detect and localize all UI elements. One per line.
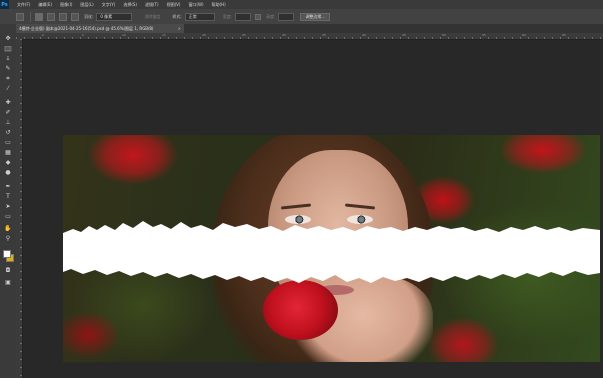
gradient-tool-icon[interactable]: ▦ <box>4 150 12 156</box>
marquee-tool-icon[interactable]: ⬚ <box>4 46 12 52</box>
ruler-mark: 40 <box>362 33 366 37</box>
ruler-mark: 55 <box>482 33 486 37</box>
screen-mode-icon[interactable]: ▣ <box>4 280 12 286</box>
clone-stamp-tool-icon[interactable]: ⊥ <box>4 120 12 126</box>
brush-tool-icon[interactable]: ✐ <box>4 110 12 116</box>
ruler-mark: 45 <box>402 33 406 37</box>
zoom-tool-icon[interactable]: ⚲ <box>4 236 12 242</box>
new-selection-icon[interactable] <box>35 12 43 21</box>
shape-tool-icon[interactable]: ▭ <box>4 214 12 220</box>
canvas-image[interactable] <box>63 135 600 362</box>
ruler-mark: 5 <box>82 33 84 37</box>
menu-bar: Ps 文件(F) 编辑(E) 图像(I) 图层(L) 文字(Y) 选择(S) 滤… <box>0 0 603 9</box>
document-tab[interactable]: 4模特-企业版) 副本@2021-04-25-16(54).psd @ 45.6… <box>16 24 184 33</box>
menu-filter[interactable]: 滤镜(T) <box>141 2 163 8</box>
dodge-tool-icon[interactable]: ● <box>4 170 12 176</box>
photoshop-logo: Ps <box>0 0 9 9</box>
ruler-mark: 35 <box>322 33 326 37</box>
swap-dimensions-icon[interactable] <box>255 13 262 20</box>
menu-layer[interactable]: 图层(L) <box>76 2 97 8</box>
ruler-mark: 30 <box>282 33 286 37</box>
blur-tool-icon[interactable]: ◆ <box>4 160 12 166</box>
canvas-workspace[interactable] <box>23 40 603 378</box>
add-selection-icon[interactable] <box>47 12 55 21</box>
width-label: 宽度: <box>222 13 233 19</box>
hand-tool-icon[interactable]: ✋ <box>4 226 12 232</box>
height-input[interactable] <box>278 12 295 21</box>
style-select[interactable]: 正常 <box>184 12 215 21</box>
close-icon[interactable]: × <box>178 26 181 31</box>
tools-panel: ✥ ⬚ ↆ ✎ ⌗ ⁄ ✚ ✐ ⊥ ↺ ▭ ▦ ◆ ● ✒ T ➤ ▭ ✋ ⚲ … <box>0 24 17 378</box>
history-brush-tool-icon[interactable]: ↺ <box>4 130 12 136</box>
foreground-color-swatch[interactable] <box>3 250 11 258</box>
ruler-mark: 50 <box>442 33 446 37</box>
ruler-mark: 65 <box>562 33 566 37</box>
feather-input[interactable]: 0 像素 <box>96 12 133 21</box>
intersect-selection-icon[interactable] <box>71 12 79 21</box>
pen-tool-icon[interactable]: ✒ <box>4 184 12 190</box>
menu-select[interactable]: 选择(S) <box>119 2 141 8</box>
menu-help[interactable]: 帮助(H) <box>208 2 230 8</box>
menu-file[interactable]: 文件(F) <box>13 2 34 8</box>
eraser-tool-icon[interactable]: ▭ <box>4 140 12 146</box>
menu-image[interactable]: 图像(I) <box>56 2 76 8</box>
move-tool-icon[interactable]: ✥ <box>4 36 12 42</box>
menu-edit[interactable]: 编辑(E) <box>34 2 56 8</box>
red-rose <box>263 280 338 340</box>
subtract-selection-icon[interactable] <box>59 12 67 21</box>
feather-label: 羽化: <box>84 13 94 19</box>
lasso-tool-icon[interactable]: ↆ <box>4 56 12 62</box>
menu-type[interactable]: 文字(Y) <box>98 2 120 8</box>
antialias-checkbox[interactable]: 消除锯齿 <box>144 14 160 20</box>
marquee-preset-icon[interactable] <box>16 12 24 21</box>
menu-view[interactable]: 视图(V) <box>163 2 185 8</box>
options-bar: 羽化: 0 像素 消除锯齿 样式: 正常 宽度: 高度: 调整边缘... <box>0 9 603 25</box>
quick-mask-icon[interactable]: ◘ <box>4 268 12 274</box>
ruler-mark: 15 <box>162 33 166 37</box>
ruler-mark: 60 <box>522 33 526 37</box>
height-label: 高度: <box>266 13 276 19</box>
quick-select-tool-icon[interactable]: ✎ <box>4 66 12 72</box>
healing-tool-icon[interactable]: ✚ <box>4 100 12 106</box>
crop-tool-icon[interactable]: ⌗ <box>4 76 12 82</box>
ruler-mark: 0 <box>42 33 44 37</box>
style-label: 样式: <box>172 13 182 19</box>
torn-paper-strip <box>63 221 600 283</box>
path-select-tool-icon[interactable]: ➤ <box>4 204 12 210</box>
type-tool-icon[interactable]: T <box>4 194 12 200</box>
width-input[interactable] <box>235 12 252 21</box>
document-tab-bar: 4模特-企业版) 副本@2021-04-25-16(54).psd @ 45.6… <box>16 24 603 33</box>
vertical-ruler[interactable] <box>16 39 23 378</box>
menu-window[interactable]: 窗口(W) <box>184 2 207 8</box>
refine-edge-button[interactable]: 调整边缘... <box>300 12 331 21</box>
ruler-mark: 25 <box>242 33 246 37</box>
divider <box>30 11 31 22</box>
ruler-mark: 10 <box>122 33 126 37</box>
horizontal-ruler[interactable]: 0 5 10 15 20 25 30 35 40 45 50 55 60 65 <box>16 33 603 40</box>
document-title: 4模特-企业版) 副本@2021-04-25-16(54).psd @ 45.6… <box>19 25 154 31</box>
eyedropper-tool-icon[interactable]: ⁄ <box>4 86 12 92</box>
ruler-mark: 20 <box>202 33 206 37</box>
